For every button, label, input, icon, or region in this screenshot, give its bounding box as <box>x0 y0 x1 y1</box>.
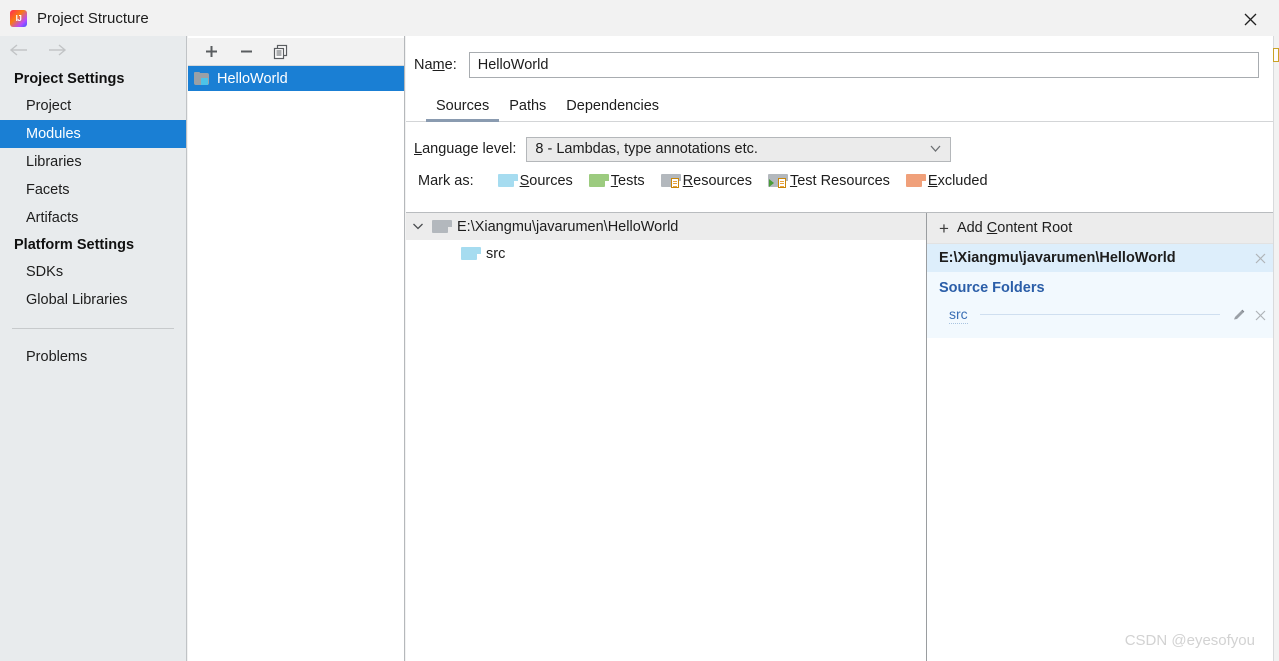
chevron-down-icon <box>929 141 942 157</box>
add-content-root-button[interactable]: + Add Content Root <box>927 213 1279 244</box>
background-window-edge <box>1273 36 1279 661</box>
sidebar-divider <box>12 328 174 329</box>
mark-as-tests-button[interactable]: Tests <box>588 173 645 189</box>
tree-row[interactable]: src <box>406 240 926 267</box>
source-folder-item: src <box>927 304 1279 326</box>
language-level-label: Language level: <box>414 141 517 157</box>
chevron-down-icon[interactable] <box>412 221 424 233</box>
add-module-button[interactable] <box>202 43 220 61</box>
window-title: Project Structure <box>37 9 149 27</box>
folder-icon <box>432 219 452 234</box>
title-bar: Project Structure <box>0 0 1279 36</box>
tree-row[interactable]: E:\Xiangmu\javarumen\HelloWorld <box>406 213 926 240</box>
modules-toolbar <box>188 38 404 66</box>
mark-as-resources-label: Resources <box>682 173 752 189</box>
navigation-arrows <box>0 38 186 66</box>
tree-child-label: src <box>486 245 506 262</box>
remove-source-folder-icon[interactable] <box>1254 309 1267 322</box>
arrow-right-icon[interactable] <box>46 43 68 62</box>
language-level-value: 8 - Lambdas, type annotations etc. <box>535 141 758 157</box>
background-window-marker <box>1273 48 1279 62</box>
language-level-select[interactable]: 8 - Lambdas, type annotations etc. <box>526 136 952 162</box>
remove-content-root-icon[interactable] <box>1254 252 1267 265</box>
mark-as-test-resources-button[interactable]: Test Resources <box>767 173 890 189</box>
content-root-detail: + Add Content Root E:\Xiangmu\javarumen\… <box>927 213 1279 661</box>
tab-sources[interactable]: Sources <box>426 98 500 122</box>
module-name-input[interactable] <box>468 52 1259 78</box>
tree-root-label: E:\Xiangmu\javarumen\HelloWorld <box>457 218 679 235</box>
sidebar-item-problems[interactable]: Problems <box>0 343 186 371</box>
source-folders-section: Source Folders src <box>927 272 1279 338</box>
sources-folder-icon <box>461 246 481 261</box>
module-folder-icon <box>194 71 210 86</box>
tests-folder-icon <box>588 174 609 188</box>
modules-list-panel: HelloWorld <box>188 36 405 661</box>
excluded-folder-icon <box>905 174 926 188</box>
pencil-icon[interactable] <box>1232 308 1246 322</box>
sidebar-item-facets[interactable]: Facets <box>0 176 186 204</box>
sources-folder-icon <box>497 174 518 188</box>
sidebar-group-platform-settings: Platform Settings <box>14 237 135 253</box>
content-root-path: E:\Xiangmu\javarumen\HelloWorld <box>939 250 1176 266</box>
arrow-left-icon[interactable] <box>8 43 30 62</box>
project-structure-dialog: Project Structure Project Settings Proje… <box>0 0 1279 661</box>
sidebar-item-sdks[interactable]: SDKs <box>0 258 186 286</box>
mark-as-test-resources-label: Test Resources <box>789 173 890 189</box>
language-level-row: Language level: 8 - Lambdas, type annota… <box>406 122 1279 164</box>
mark-as-excluded-label: Excluded <box>927 173 988 189</box>
close-icon[interactable] <box>1239 8 1261 30</box>
sidebar-item-global-libraries[interactable]: Global Libraries <box>0 286 186 314</box>
mark-as-excluded-button[interactable]: Excluded <box>905 173 988 189</box>
mark-as-sources-button[interactable]: Sources <box>497 173 573 189</box>
add-content-root-label: Add Content Root <box>956 220 1073 236</box>
sidebar-item-project[interactable]: Project <box>0 92 186 120</box>
source-folder-spacer <box>979 313 1220 315</box>
content-root-tree: E:\Xiangmu\javarumen\HelloWorld src <box>406 213 927 661</box>
watermark-text: CSDN @eyesofyou <box>1124 632 1255 649</box>
content-root-path-row: E:\Xiangmu\javarumen\HelloWorld <box>927 244 1279 272</box>
module-list-item-helloworld[interactable]: HelloWorld <box>188 66 404 91</box>
content-roots-split: E:\Xiangmu\javarumen\HelloWorld src + Ad… <box>406 212 1279 661</box>
tab-paths[interactable]: Paths <box>499 98 556 121</box>
intellij-idea-logo-icon <box>10 9 27 27</box>
source-folders-title: Source Folders <box>939 280 1045 296</box>
tab-dependencies[interactable]: Dependencies <box>556 98 669 121</box>
remove-module-button[interactable] <box>237 43 255 61</box>
sidebar-item-artifacts[interactable]: Artifacts <box>0 204 186 232</box>
sidebar-group-project-settings: Project Settings <box>14 71 125 87</box>
settings-sidebar: Project Settings Project Modules Librari… <box>0 36 187 661</box>
module-tabs: Sources Paths Dependencies <box>406 90 1279 122</box>
copy-icon[interactable] <box>272 43 290 61</box>
mark-as-tests-label: Tests <box>610 173 645 189</box>
module-editor-panel: Name: Sources Paths Dependencies Languag… <box>406 36 1279 661</box>
mark-as-label: Mark as: <box>418 173 474 189</box>
sidebar-item-libraries[interactable]: Libraries <box>0 148 186 176</box>
test-resources-folder-icon <box>767 174 788 188</box>
mark-as-resources-button[interactable]: Resources <box>660 173 752 189</box>
module-name-row: Name: <box>406 36 1279 82</box>
source-folder-name[interactable]: src <box>949 306 968 324</box>
module-list-item-label: HelloWorld <box>217 70 288 87</box>
plus-icon: + <box>939 218 949 238</box>
resources-folder-icon <box>660 174 681 188</box>
sidebar-item-modules[interactable]: Modules <box>0 120 186 148</box>
module-name-label: Name: <box>414 57 457 73</box>
mark-as-sources-label: Sources <box>519 173 573 189</box>
mark-as-row: Mark as: Sources Tests Resources Test Re… <box>406 164 1279 198</box>
